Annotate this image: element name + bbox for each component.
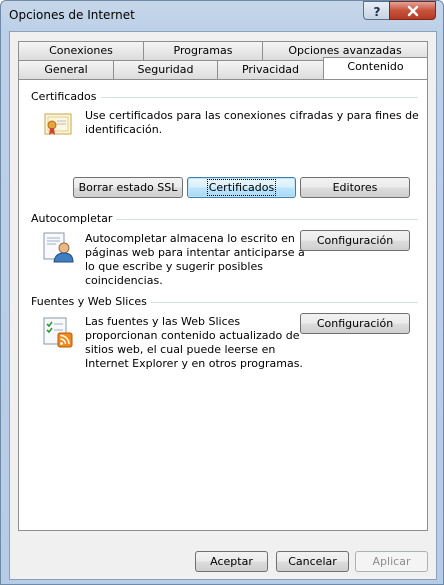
internet-options-window: Opciones de Internet ? Conexiones Progra… [0,0,444,585]
description-line: coincidencias. [85,274,163,287]
tab-label: Contenido [347,60,404,73]
tab-general[interactable]: General [18,60,114,79]
fuentes-group-title: Fuentes y Web Slices [31,295,151,308]
tab-label: Conexiones [49,44,113,57]
description-line: Las fuentes y las Web Slices [85,315,241,328]
tab-contenido[interactable]: Contenido [323,57,428,79]
certificates-button[interactable]: Certificados [187,177,296,198]
question-mark-icon: ? [374,5,381,19]
tab-seguridad[interactable]: Seguridad [113,60,218,79]
close-button[interactable] [389,1,436,20]
tab-label: Privacidad [241,63,300,76]
button-label: Editores [332,181,378,194]
tab-label: Programas [173,44,233,57]
feeds-rss-icon [43,317,73,348]
tab-privacidad[interactable]: Privacidad [217,60,324,79]
clear-ssl-state-button[interactable]: Borrar estado SSL [73,177,183,198]
tab-label: Opciones avanzadas [288,44,402,57]
certificate-icon [44,113,72,135]
tab-label: Seguridad [137,63,194,76]
autocompletar-group-title: Autocompletar [31,212,117,225]
cancel-button[interactable]: Cancelar [276,551,349,572]
button-label: Configuración [316,234,394,247]
autocomplete-user-icon [43,232,74,263]
description-line: páginas web para intentar anticiparse a [85,246,305,259]
button-label: Borrar estado SSL [78,181,178,194]
window-title: Opciones de Internet [9,8,135,22]
button-label: Cancelar [288,555,337,568]
button-label: Certificados [206,179,277,196]
tab-conexiones[interactable]: Conexiones [18,41,144,60]
feeds-settings-button[interactable]: Configuración [300,313,410,334]
button-label: Configuración [316,317,394,330]
certificados-description: Use certificados para las conexiones cif… [85,109,419,137]
title-bar[interactable]: Opciones de Internet ? [1,1,443,31]
help-button[interactable]: ? [363,1,390,20]
description-line: lo que escribe y sugerir posibles [85,260,263,273]
tab-programas[interactable]: Programas [143,41,263,60]
close-x-icon [407,5,419,17]
publishers-button[interactable]: Editores [300,177,410,198]
button-label: Aceptar [210,555,253,568]
ok-button[interactable]: Aceptar [195,551,268,572]
button-label: Aplicar [372,555,411,568]
tab-label: General [44,63,88,76]
description-line: proporcionan contenido actualizado de [85,329,300,342]
content-tab-panel: Certificados Use certificados para las c… [18,79,428,531]
fuentes-description: Las fuentes y las Web Slices proporciona… [85,315,303,371]
description-line: sitios web, el cual puede leerse en [85,343,276,356]
autocomplete-settings-button[interactable]: Configuración [300,230,410,251]
certificados-group-title: Certificados [31,90,101,103]
autocompletar-description: Autocompletar almacena lo escrito en pág… [85,232,305,288]
description-line: Internet Explorer y en otros programas. [85,357,303,370]
svg-text:?: ? [374,5,381,19]
description-line: Autocompletar almacena lo escrito en [85,232,295,245]
description-line: Use certificados para las conexiones cif… [85,109,419,122]
apply-button[interactable]: Aplicar [355,551,428,572]
description-line: identificación. [85,123,163,136]
dialog-client-area: Conexiones Programas Opciones avanzadas … [9,31,437,580]
